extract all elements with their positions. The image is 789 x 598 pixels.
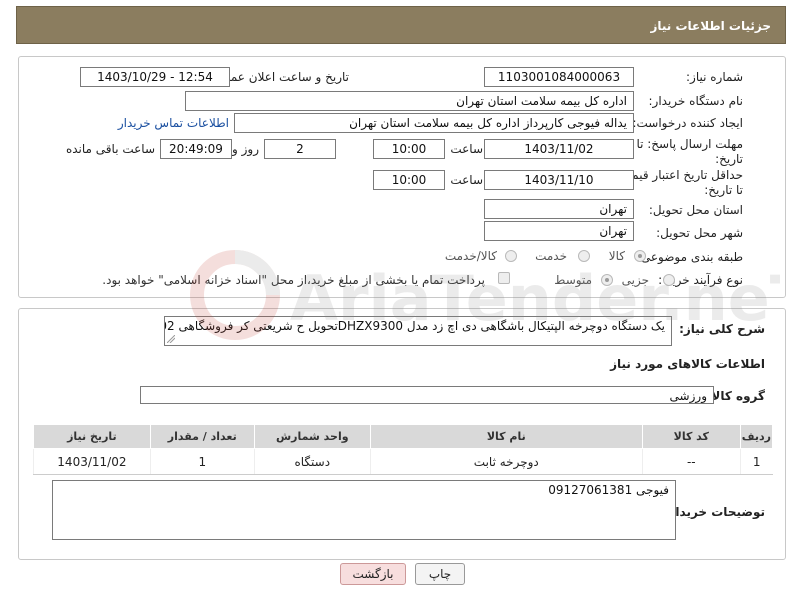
category-service-label: خدمت <box>535 249 567 263</box>
category-radio-service[interactable] <box>578 250 590 262</box>
reply-date-field: 1403/11/02 <box>484 139 634 159</box>
col-name-header: نام کالا <box>369 424 643 449</box>
cell-unit: دستگاه <box>253 448 371 475</box>
treasury-payment-checkbox[interactable] <box>498 272 510 284</box>
col-code-header: کد کالا <box>641 424 741 449</box>
category-radio-goods-service[interactable] <box>505 250 517 262</box>
buyer-org-field: اداره کل بیمه سلامت استان تهران <box>185 91 634 111</box>
province-label: استان محل تحویل: <box>648 203 743 217</box>
purchase-minor-label: جزیی <box>621 273 649 287</box>
cell-qty: 1 <box>149 448 255 475</box>
category-label: طبقه بندی موضوعی: <box>636 250 743 264</box>
category-goods-service-label: کالا/خدمت <box>444 249 497 263</box>
city-label: شهر محل تحویل: <box>656 226 743 240</box>
days-count-field: 2 <box>264 139 336 159</box>
buyer-org-label: نام دستگاه خریدار: <box>648 94 744 108</box>
description-label: شرح کلی نیاز: <box>679 322 765 336</box>
cell-code: -- <box>641 448 741 475</box>
cell-date: 1403/11/02 <box>33 448 151 475</box>
category-radio-goods[interactable] <box>634 250 646 262</box>
price-time-label: ساعت <box>450 173 483 187</box>
table-row: 1 -- دوچرخه ثابت دستگاه 1 1403/11/02 <box>33 448 773 475</box>
print-button[interactable]: چاپ <box>415 563 465 585</box>
col-date-header: تاریخ نیاز <box>33 424 151 449</box>
buyer-contact-link[interactable]: اطلاعات تماس خریدار <box>118 116 229 130</box>
resize-handle-icon[interactable] <box>167 335 175 343</box>
reply-time-field: 10:00 <box>373 139 445 159</box>
remaining-time-field: 20:49:09 <box>160 139 232 159</box>
goods-section-title: اطلاعات کالاهای مورد نیاز <box>610 357 765 371</box>
buyer-notes-field: فیوجی 09127061381 <box>52 480 676 540</box>
col-unit-header: واحد شمارش <box>253 424 371 449</box>
buyer-notes-label: توضیحات خریدار: <box>663 505 765 519</box>
goods-table-header: ردیف کد کالا نام کالا واحد شمارش تعداد /… <box>33 424 774 449</box>
goods-group-label: گروه کالا: <box>706 389 765 403</box>
col-qty-header: تعداد / مقدار <box>149 424 255 449</box>
creator-field: یداله فیوجی کارپرداز اداره کل بیمه سلامت… <box>234 113 634 133</box>
cell-row: 1 <box>739 448 773 475</box>
creator-label: ایجاد کننده درخواست: <box>632 116 743 130</box>
col-row-header: ردیف <box>739 424 774 449</box>
province-field: تهران <box>484 199 634 219</box>
price-time-field: 10:00 <box>373 170 445 190</box>
category-goods-label: کالا <box>608 249 625 263</box>
goods-table: ردیف کد کالا نام کالا واحد شمارش تعداد /… <box>33 424 774 475</box>
back-button[interactable]: بازگشت <box>340 563 406 585</box>
purchase-medium-label: متوسط <box>554 273 592 287</box>
need-number-label: شماره نیاز: <box>686 70 743 84</box>
remaining-label: ساعت باقی مانده <box>65 142 155 156</box>
announce-datetime-field: 1403/10/29 - 12:54 <box>80 67 230 87</box>
price-date-field: 1403/11/10 <box>484 170 634 190</box>
city-field: تهران <box>484 221 634 241</box>
description-field: یک دستگاه دوچرخه الپتیکال باشگاهی دی اچ … <box>164 316 672 346</box>
purchase-radio-minor[interactable] <box>663 274 675 286</box>
page-header: جزئیات اطلاعات نیاز <box>16 6 786 44</box>
reply-time-label: ساعت <box>450 142 483 156</box>
need-number-field: 1103001084000063 <box>484 67 634 87</box>
buyer-notes-text: فیوجی 09127061381 <box>548 483 669 497</box>
description-text: یک دستگاه دوچرخه الپتیکال باشگاهی دی اچ … <box>165 319 665 333</box>
cell-name: دوچرخه ثابت <box>369 448 643 475</box>
days-label: روز و <box>232 142 259 156</box>
purchase-radio-medium[interactable] <box>601 274 613 286</box>
goods-group-field: ورزشی <box>140 386 714 404</box>
treasury-payment-note: پرداخت تمام یا بخشی از مبلغ خرید،از محل … <box>102 273 485 287</box>
page-title: جزئیات اطلاعات نیاز <box>650 19 771 33</box>
reply-deadline-label: مهلت ارسال پاسخ: تا تاریخ: <box>636 137 743 166</box>
